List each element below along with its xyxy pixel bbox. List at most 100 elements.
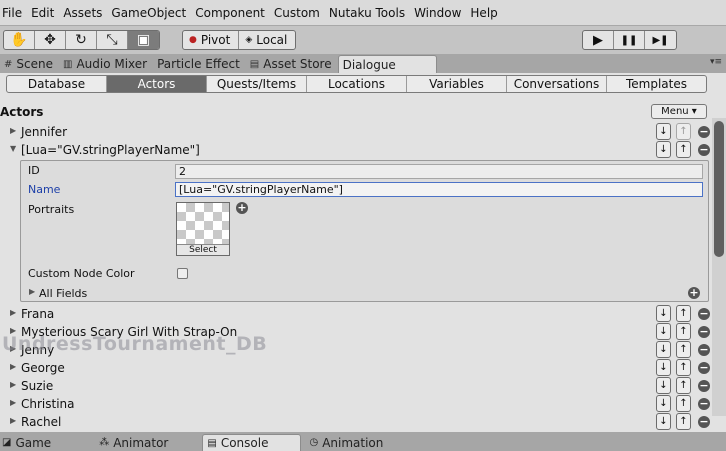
expand-arrow-icon[interactable]: ▶	[10, 398, 16, 407]
move-up-button[interactable]: ↑	[676, 341, 691, 358]
vertical-scrollbar[interactable]	[712, 118, 726, 416]
actor-row[interactable]: ▶ Rachel ↓ ↑ −	[0, 413, 712, 431]
remove-icon[interactable]: −	[698, 126, 710, 138]
all-fields-arrow-icon[interactable]: ▶	[29, 287, 35, 296]
window-menu-icon[interactable]: ▾≡	[710, 57, 722, 67]
subtab-conversations[interactable]: Conversations	[507, 76, 607, 92]
pause-button[interactable]: ❚❚	[614, 31, 645, 49]
subtab-templates[interactable]: Templates	[607, 76, 706, 92]
expand-arrow-icon[interactable]: ▶	[10, 126, 16, 135]
actor-row[interactable]: ▶ Jennifer ↓ ↑ −	[0, 123, 712, 141]
tab-asset-store[interactable]: ▤ Asset Store	[246, 55, 338, 73]
hand-tool-button[interactable]: ✋	[4, 31, 35, 49]
menu-window[interactable]: Window	[414, 6, 469, 20]
rotate-tool-button[interactable]: ↻	[66, 31, 97, 49]
watermark-text: UndressTournament_DB	[2, 333, 268, 355]
move-up-button[interactable]: ↑	[676, 141, 691, 158]
actor-row[interactable]: ▶ George ↓ ↑ −	[0, 359, 712, 377]
subtab-database[interactable]: Database	[7, 76, 107, 92]
remove-icon[interactable]: −	[698, 398, 710, 410]
custom-node-color-checkbox[interactable]	[177, 268, 188, 279]
rotate-icon: ↻	[75, 32, 87, 48]
remove-icon[interactable]: −	[698, 380, 710, 392]
remove-icon[interactable]: −	[698, 416, 710, 428]
move-tool-button[interactable]: ✥	[35, 31, 66, 49]
menu-component[interactable]: Component	[195, 6, 273, 20]
actor-row-expanded[interactable]: ▼ [Lua="GV.stringPlayerName"] ↓ ↑ −	[0, 141, 712, 159]
tab-dialogue-label: Dialogue	[342, 57, 396, 72]
rect-icon: ▣	[136, 32, 151, 48]
tab-dialogue[interactable]: Dialogue	[337, 55, 437, 73]
move-down-button[interactable]: ↓	[656, 341, 671, 358]
menu-custom[interactable]: Custom	[274, 6, 328, 20]
menu-assets[interactable]: Assets	[63, 6, 110, 20]
move-down-button[interactable]: ↓	[656, 123, 671, 140]
expand-arrow-icon[interactable]: ▶	[10, 416, 16, 425]
expand-arrow-icon[interactable]: ▶	[10, 362, 16, 371]
move-up-button[interactable]: ↑	[676, 305, 691, 322]
menu-help[interactable]: Help	[470, 6, 505, 20]
play-button[interactable]: ▶	[583, 31, 614, 49]
remove-icon[interactable]: −	[698, 326, 710, 338]
collapse-arrow-icon[interactable]: ▼	[10, 144, 16, 153]
scrollbar-thumb[interactable]	[714, 121, 724, 257]
move-down-button[interactable]: ↓	[656, 413, 671, 430]
remove-icon[interactable]: −	[698, 144, 710, 156]
menu-nutaku-tools[interactable]: Nutaku Tools	[329, 6, 413, 20]
portrait-select-button[interactable]: Select	[177, 244, 229, 255]
remove-icon[interactable]: −	[698, 308, 710, 320]
rect-tool-button[interactable]: ▣	[128, 31, 159, 49]
all-fields-label[interactable]: All Fields	[39, 287, 87, 300]
move-down-button[interactable]: ↓	[656, 305, 671, 322]
subtab-actors[interactable]: Actors	[107, 76, 207, 92]
tab-audio-mixer[interactable]: ▥ Audio Mixer	[59, 55, 153, 73]
move-down-button[interactable]: ↓	[656, 323, 671, 340]
portrait-slot[interactable]: Select	[176, 202, 230, 256]
expand-arrow-icon[interactable]: ▶	[10, 380, 16, 389]
tab-particle-effect[interactable]: Particle Effect	[153, 55, 246, 73]
remove-icon[interactable]: −	[698, 362, 710, 374]
move-down-button[interactable]: ↓	[656, 377, 671, 394]
menu-gameobject[interactable]: GameObject	[111, 6, 194, 20]
subtab-quests-items[interactable]: Quests/Items	[207, 76, 307, 92]
name-field[interactable]: [Lua="GV.stringPlayerName"]	[175, 182, 703, 197]
local-button[interactable]: ◈ Local	[239, 31, 295, 49]
actors-menu-button[interactable]: Menu ▾	[651, 104, 707, 119]
name-label: Name	[28, 183, 61, 196]
custom-node-color-label: Custom Node Color	[28, 267, 135, 280]
move-up-button[interactable]: ↑	[676, 413, 691, 430]
move-down-button[interactable]: ↓	[656, 141, 671, 158]
menu-edit[interactable]: Edit	[31, 6, 62, 20]
pivot-button[interactable]: ● Pivot	[183, 31, 240, 49]
tab-console[interactable]: ▤ Console	[202, 434, 302, 451]
move-up-button[interactable]: ↑	[676, 323, 691, 340]
add-field-icon[interactable]: +	[688, 287, 700, 299]
database-sub-tabs: Database Actors Quests/Items Locations V…	[6, 75, 707, 93]
tab-animator[interactable]: ⁂ Animator	[91, 434, 202, 451]
tab-scene-label: Scene	[16, 57, 53, 71]
move-up-button[interactable]: ↑	[676, 359, 691, 376]
actor-row[interactable]: ▶ Suzie ↓ ↑ −	[0, 377, 712, 395]
move-down-button[interactable]: ↓	[656, 359, 671, 376]
tab-console-label: Console	[220, 436, 269, 450]
actor-name: Frana	[21, 307, 55, 321]
move-up-button[interactable]: ↑	[676, 395, 691, 412]
remove-icon[interactable]: −	[698, 344, 710, 356]
menu-file[interactable]: File	[2, 6, 30, 20]
actor-row[interactable]: ▶ Christina ↓ ↑ −	[0, 395, 712, 413]
move-down-button[interactable]: ↓	[656, 395, 671, 412]
tab-game[interactable]: ◪ Game	[0, 434, 91, 451]
scale-tool-button[interactable]: ⤡	[97, 31, 128, 49]
subtab-locations[interactable]: Locations	[307, 76, 407, 92]
subtab-variables[interactable]: Variables	[407, 76, 507, 92]
expand-arrow-icon[interactable]: ▶	[10, 308, 16, 317]
actor-row[interactable]: ▶ Frana ↓ ↑ −	[0, 305, 712, 323]
move-up-button[interactable]: ↑	[676, 377, 691, 394]
pivot-label: Pivot	[200, 33, 231, 47]
add-portrait-icon[interactable]: +	[236, 202, 248, 214]
tab-animation[interactable]: ◷ Animation	[301, 434, 393, 451]
actor-name: Christina	[21, 397, 75, 411]
actor-detail-box: ID 2 Name [Lua="GV.stringPlayerName"] Po…	[20, 160, 709, 302]
tab-scene[interactable]: # Scene	[0, 55, 59, 73]
step-button[interactable]: ▶❚	[645, 31, 676, 49]
